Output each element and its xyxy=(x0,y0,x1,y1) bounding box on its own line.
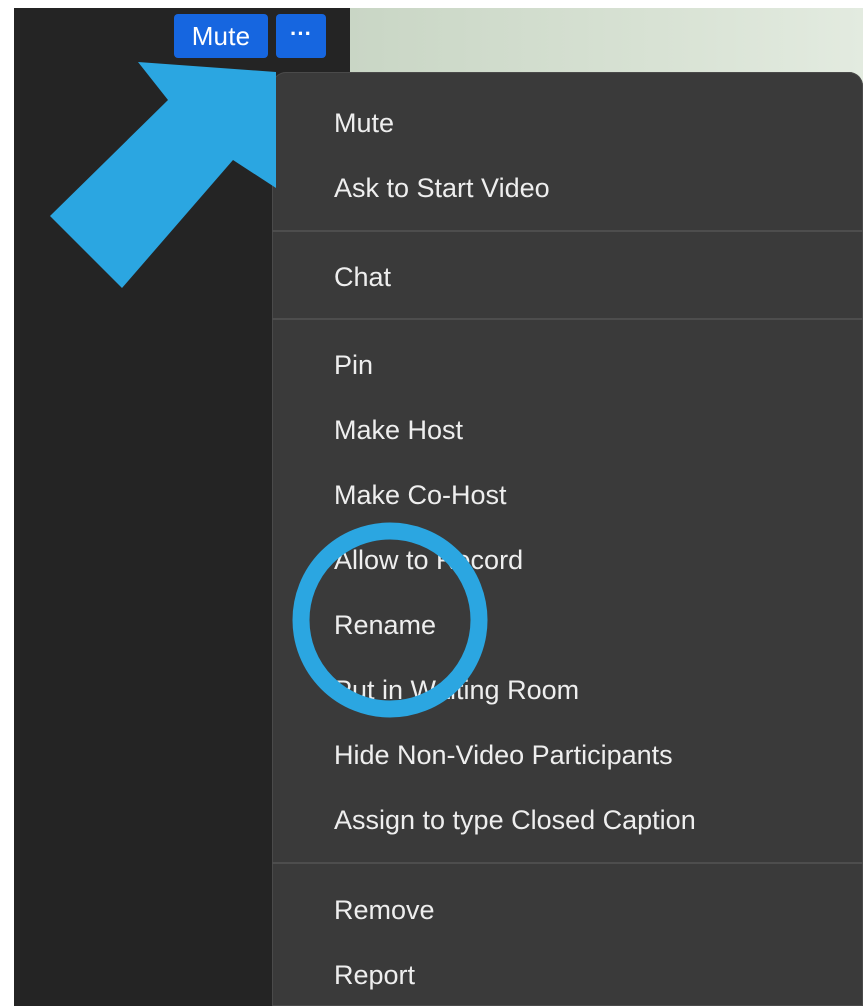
menu-item-chat[interactable]: Chat xyxy=(334,252,391,302)
menu-item-pin[interactable]: Pin xyxy=(334,340,373,390)
menu-item-remove[interactable]: Remove xyxy=(334,885,435,935)
menu-separator xyxy=(272,862,863,864)
menu-item-make-host[interactable]: Make Host xyxy=(334,405,463,455)
menu-item-ask-to-start-video[interactable]: Ask to Start Video xyxy=(334,163,550,213)
menu-separator xyxy=(272,318,863,320)
menu-item-mute[interactable]: Mute xyxy=(334,98,394,148)
screenshot-frame: Mute ··· Mute Ask to Start Video Chat Pi… xyxy=(0,0,863,1006)
mute-button[interactable]: Mute xyxy=(174,14,268,58)
menu-item-allow-to-record[interactable]: Allow to Record xyxy=(334,535,523,585)
menu-item-rename[interactable]: Rename xyxy=(334,600,436,650)
menu-item-put-in-waiting-room[interactable]: Put in Waiting Room xyxy=(334,665,579,715)
menu-separator xyxy=(272,230,863,232)
menu-item-make-co-host[interactable]: Make Co-Host xyxy=(334,470,507,520)
menu-item-report[interactable]: Report xyxy=(334,950,415,1000)
menu-item-assign-closed-caption[interactable]: Assign to type Closed Caption xyxy=(334,795,696,845)
participant-context-menu: Mute Ask to Start Video Chat Pin Make Ho… xyxy=(272,72,863,1006)
more-options-button[interactable]: ··· xyxy=(276,14,326,58)
menu-item-hide-non-video-participants[interactable]: Hide Non-Video Participants xyxy=(334,730,673,780)
